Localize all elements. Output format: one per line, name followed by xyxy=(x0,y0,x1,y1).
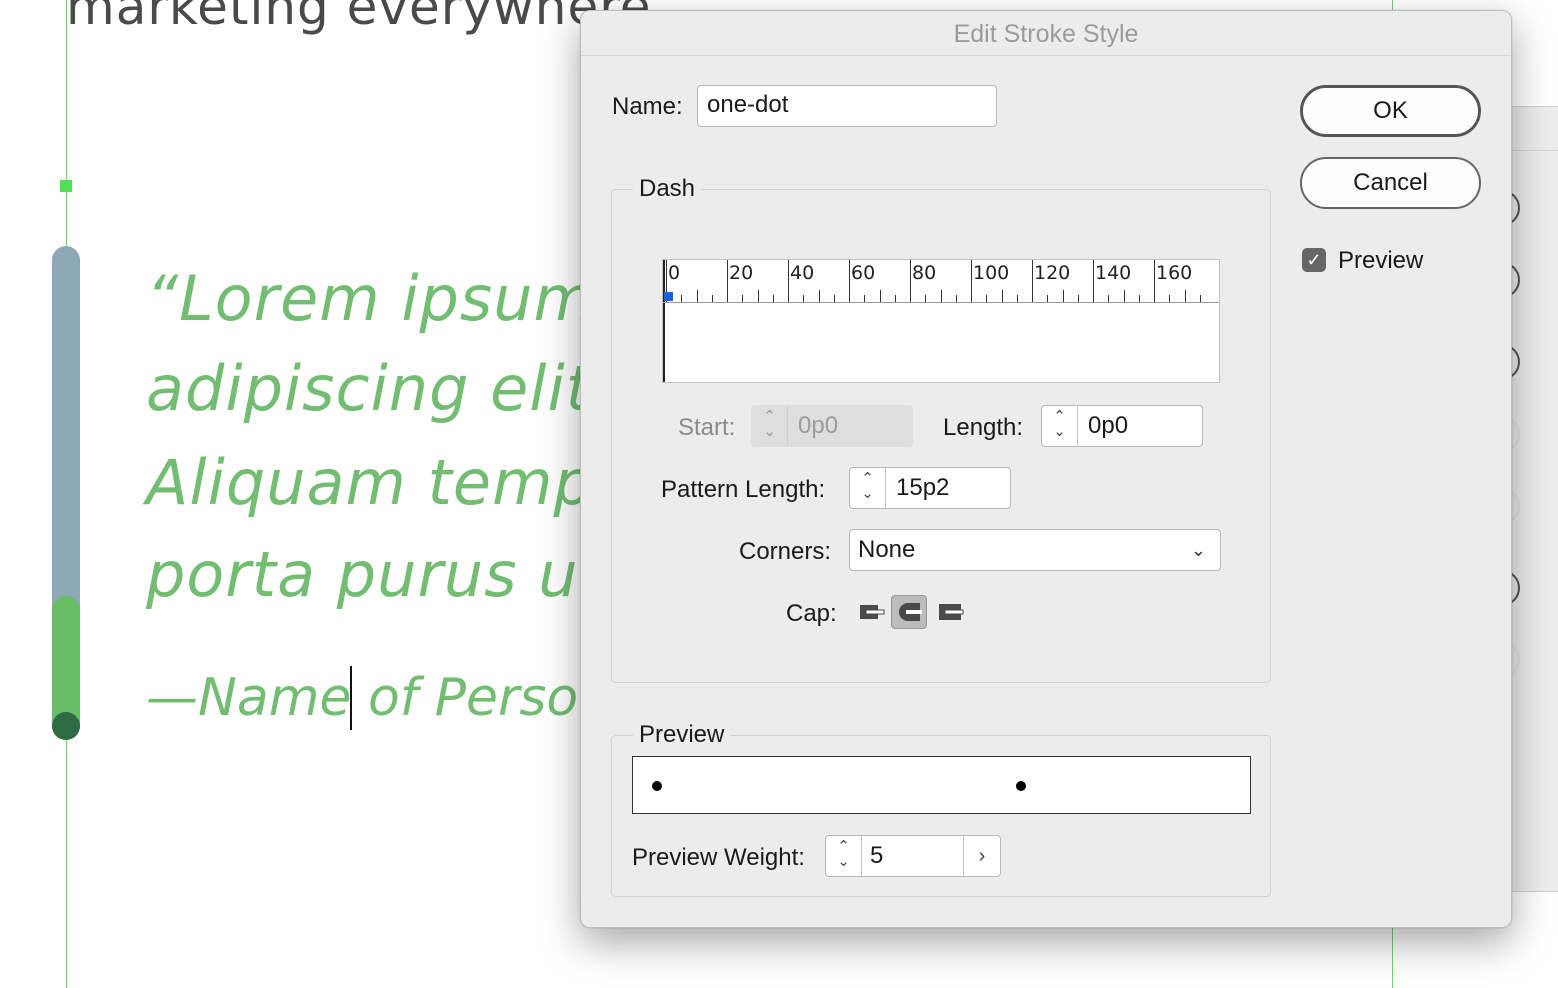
attribution-name: —Name xyxy=(146,668,368,728)
ruler-minor-tick xyxy=(1047,295,1048,302)
ruler-tick-label: 140 xyxy=(1095,262,1132,284)
stroke-preview xyxy=(632,756,1251,814)
ruler-minor-tick xyxy=(788,290,789,302)
cancel-button[interactable]: Cancel xyxy=(1300,157,1481,209)
pattern-length-value[interactable]: 15p2 xyxy=(896,468,949,508)
ruler-minor-tick xyxy=(1093,290,1094,302)
ruler-minor-tick xyxy=(1002,290,1003,302)
preview-dot xyxy=(1016,781,1026,791)
corners-label: Corners: xyxy=(739,538,832,565)
ruler-tick-label: 40 xyxy=(790,262,815,284)
name-label: Name: xyxy=(612,93,683,120)
ruler-minor-tick xyxy=(1108,295,1109,302)
ruler-minor-tick xyxy=(1185,290,1186,302)
ruler-minor-tick xyxy=(1063,290,1064,302)
quote-line-4: porta purus ulla xyxy=(146,538,654,611)
ruler-minor-tick xyxy=(758,290,759,302)
ruler-divider xyxy=(663,302,1219,303)
attribution-person: of Person xyxy=(367,668,612,728)
ruler-minor-tick xyxy=(1200,295,1201,302)
butt-cap-icon[interactable] xyxy=(857,597,887,627)
ruler-tick-label: 100 xyxy=(973,262,1010,284)
ruler-tick-label: 160 xyxy=(1156,262,1193,284)
ruler-minor-tick xyxy=(925,295,926,302)
preview-weight-label: Preview Weight: xyxy=(632,844,805,871)
start-label: Start: xyxy=(678,414,736,441)
ruler-minor-tick xyxy=(1032,290,1033,302)
ruler-minor-tick xyxy=(849,290,850,302)
quote-bar-knob[interactable] xyxy=(52,712,80,740)
dash-group-title: Dash xyxy=(633,175,702,203)
length-stepper[interactable]: ⌃ ⌄ 0p0 xyxy=(1041,405,1203,447)
stepper-arrows-icon[interactable]: ⌃ ⌄ xyxy=(850,468,886,508)
preview-dot xyxy=(652,781,662,791)
preview-weight-stepper[interactable]: ⌃ ⌄ 5 › xyxy=(825,835,1001,877)
quote-line-3: Aliquam tempu xyxy=(146,446,635,519)
ruler-left-edge xyxy=(663,260,665,382)
ok-button[interactable]: OK xyxy=(1300,85,1481,137)
pattern-length-label: Pattern Length: xyxy=(661,476,826,503)
start-value: 0p0 xyxy=(798,412,839,439)
ruler-minor-tick xyxy=(819,290,820,302)
cap-label: Cap: xyxy=(786,600,837,627)
ruler-minor-tick xyxy=(697,290,698,302)
ruler-tick-label: 0 xyxy=(668,262,681,284)
projecting-cap-icon[interactable] xyxy=(935,597,965,627)
ruler-minor-tick xyxy=(1017,295,1018,302)
stepper-arrows-icon[interactable]: ⌃ ⌄ xyxy=(1042,406,1078,446)
ruler-minor-tick xyxy=(1154,290,1155,302)
ruler-minor-tick xyxy=(742,295,743,302)
quote-line-2: adipiscing elit. I xyxy=(146,352,652,425)
ruler-minor-tick xyxy=(773,295,774,302)
ruler-minor-tick xyxy=(895,295,896,302)
ruler-tick-label: 80 xyxy=(912,262,937,284)
anchor-point[interactable] xyxy=(60,180,72,192)
preview-weight-value[interactable]: 5 xyxy=(870,836,883,876)
dash-start-marker[interactable] xyxy=(664,292,673,301)
headline-text: marketing everywhere xyxy=(66,0,652,36)
name-field[interactable]: one-dot xyxy=(697,85,997,127)
corners-select[interactable]: None ⌄ xyxy=(849,529,1221,571)
ruler-tick-label: 120 xyxy=(1034,262,1071,284)
ruler-tick-label: 20 xyxy=(729,262,754,284)
ruler-minor-tick xyxy=(681,295,682,302)
ruler-minor-tick xyxy=(803,295,804,302)
ruler-minor-tick xyxy=(834,295,835,302)
corners-value: None xyxy=(858,536,916,563)
preview-checkbox[interactable]: ✓ xyxy=(1302,248,1326,272)
pattern-length-stepper[interactable]: ⌃ ⌄ 15p2 xyxy=(849,467,1011,509)
ruler-minor-tick xyxy=(1169,295,1170,302)
chevron-down-icon: ⌄ xyxy=(1190,540,1206,560)
edit-stroke-style-dialog: Edit Stroke Style Name: one-dot OK Cance… xyxy=(580,10,1512,928)
preview-group-title: Preview xyxy=(633,721,731,749)
ruler-minor-tick xyxy=(1124,290,1125,302)
ruler-minor-tick xyxy=(910,290,911,302)
preview-checkbox-label: Preview xyxy=(1338,247,1424,274)
ruler-minor-tick xyxy=(864,295,865,302)
ruler-minor-tick xyxy=(1078,295,1079,302)
ruler-minor-tick xyxy=(1139,295,1140,302)
ruler-minor-tick xyxy=(880,290,881,302)
ruler-minor-tick xyxy=(941,290,942,302)
ruler-minor-tick xyxy=(956,295,957,302)
stepper-arrows-icon: ⌃ ⌄ xyxy=(752,406,788,446)
dash-ruler[interactable]: 0 20 40 60 80 100 120 140 160 xyxy=(662,259,1220,383)
start-stepper: ⌃ ⌄ 0p0 xyxy=(751,405,913,447)
text-insertion-cursor xyxy=(350,666,352,730)
chevron-right-icon[interactable]: › xyxy=(963,836,1000,876)
dialog-title: Edit Stroke Style xyxy=(581,11,1511,56)
ruler-minor-tick xyxy=(986,295,987,302)
ruler-minor-tick xyxy=(971,290,972,302)
length-label: Length: xyxy=(943,414,1024,441)
stepper-arrows-icon[interactable]: ⌃ ⌄ xyxy=(826,836,862,876)
ruler-minor-tick xyxy=(712,295,713,302)
length-value[interactable]: 0p0 xyxy=(1088,406,1128,446)
ruler-tick-label: 60 xyxy=(851,262,876,284)
attribution-text[interactable]: —Name of Person xyxy=(146,668,611,728)
round-cap-icon[interactable] xyxy=(891,595,927,629)
ruler-minor-tick xyxy=(727,290,728,302)
checkmark-icon: ✓ xyxy=(1306,250,1322,270)
